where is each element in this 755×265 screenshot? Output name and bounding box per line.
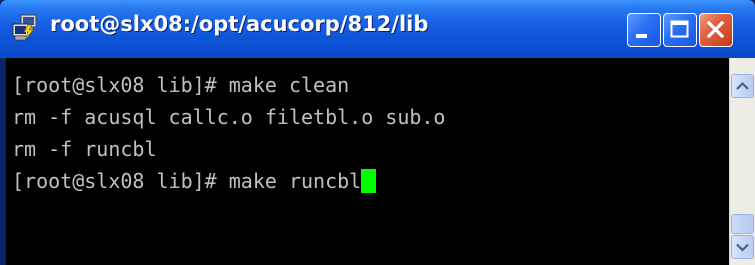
close-icon: [706, 20, 725, 39]
terminal-command-text: [root@slx08 lib]# make runcbl: [12, 169, 362, 193]
terminal-line: [root@slx08 lib]# make clean: [12, 73, 350, 97]
minimize-icon: [636, 34, 647, 38]
scroll-up-button[interactable]: [731, 74, 754, 98]
scroll-up-arrow-icon: [736, 81, 749, 90]
terminal-line: rm -f acusql callc.o filetbl.o sub.o: [12, 105, 446, 129]
terminal-output[interactable]: [root@slx08 lib]# make clean rm -f acusq…: [6, 58, 729, 265]
terminal-prompt-line: [root@slx08 lib]# make runcbl: [12, 165, 377, 197]
terminal-line: rm -f runcbl: [12, 137, 157, 161]
title-bar[interactable]: root@slx08:/opt/acucorp/812/lib: [0, 0, 755, 58]
maximize-button[interactable]: [663, 13, 697, 47]
scroll-thumb[interactable]: [731, 214, 754, 234]
maximize-icon: [670, 20, 689, 38]
scroll-down-arrow-icon: [736, 243, 749, 252]
terminal-window: root@slx08:/opt/acucorp/812/lib [root@sl…: [0, 0, 755, 265]
vertical-scrollbar[interactable]: [729, 58, 755, 265]
close-button[interactable]: [699, 13, 733, 47]
window-title: root@slx08:/opt/acucorp/812/lib: [50, 12, 429, 36]
text-cursor: [361, 169, 377, 193]
putty-terminal-icon[interactable]: [10, 13, 40, 43]
scroll-down-button[interactable]: [731, 235, 754, 259]
minimize-button[interactable]: [627, 13, 661, 47]
